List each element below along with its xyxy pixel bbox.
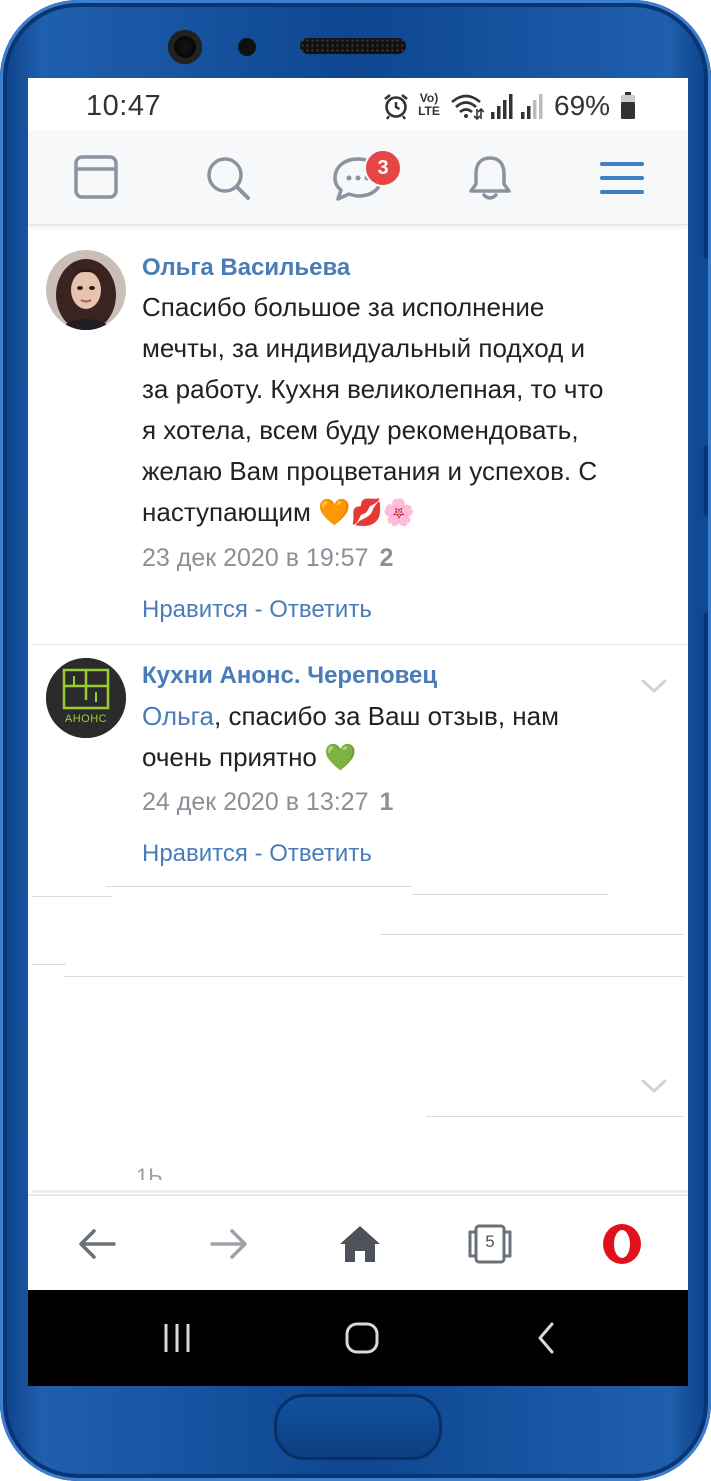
like-link[interactable]: Нравится xyxy=(142,840,248,867)
comment-text: Спасибо большое за исполнение мечты, за … xyxy=(142,287,672,533)
logo-text: АНОНС xyxy=(65,713,107,725)
volte-icon: Vo) LTE xyxy=(414,92,444,118)
comment-author[interactable]: Ольга Васильева xyxy=(142,254,350,282)
like-count: 2 xyxy=(379,544,394,572)
comment-line: очень приятно 💚 xyxy=(142,737,672,778)
divider-line xyxy=(426,1116,684,1117)
divider-line xyxy=(64,976,684,977)
divider-line xyxy=(32,964,66,965)
recents-icon[interactable] xyxy=(160,1318,196,1358)
comment-date[interactable]: 24 дек 2020 в 13:27 xyxy=(142,788,368,816)
green-heart-emoji-icon: 💚 xyxy=(324,742,357,772)
comment-meta: 24 дек 2020 в 13:27 1 xyxy=(142,788,393,817)
like-count: 1 xyxy=(379,788,394,816)
alarm-icon xyxy=(384,93,408,120)
comment-line-text: наступающим xyxy=(142,497,311,527)
kiss-emoji-icon: 💋 xyxy=(350,497,383,527)
comment: АНОНС Кухни Анонс. Череповец Ольга, спас… xyxy=(28,644,688,894)
comment-actions: Нравится - Ответить xyxy=(142,596,372,624)
status-bar: 10:47 Vo) LTE 69% xyxy=(28,78,688,130)
comment: Ольга Васильева Спасибо большое за испол… xyxy=(28,238,688,694)
earpiece-speaker xyxy=(300,38,406,54)
phone-frame: 10:47 Vo) LTE 69% 3 Ольга Васильева Спас… xyxy=(0,0,711,1481)
tab-count: 5 xyxy=(485,1232,495,1251)
comment-date[interactable]: 23 дек 2020 в 19:57 xyxy=(142,544,368,572)
power-button xyxy=(700,515,708,613)
comment-line-text: , спасибо за Ваш отзыв, нам xyxy=(214,701,559,731)
menu-icon[interactable] xyxy=(592,148,652,208)
brand-logo: АНОНС xyxy=(46,658,126,738)
screen: 10:47 Vo) LTE 69% 3 Ольга Васильева Спас… xyxy=(28,78,688,1386)
user-photo xyxy=(46,250,126,330)
browser-bottom-bar: 5 xyxy=(28,1194,688,1292)
android-navigation-bar xyxy=(28,1290,688,1386)
comment-line-text: очень приятно xyxy=(142,742,317,772)
feed-icon[interactable] xyxy=(66,148,126,208)
search-icon[interactable] xyxy=(198,148,258,208)
hardware-home-button[interactable] xyxy=(274,1394,442,1460)
messages-badge: 3 xyxy=(364,149,402,187)
comment-line: Ольга, спасибо за Ваш отзыв, нам xyxy=(142,696,672,737)
avatar[interactable] xyxy=(46,250,126,330)
forward-arrow-icon[interactable] xyxy=(204,1220,252,1268)
heart-emoji-icon: 🧡 xyxy=(318,497,351,527)
comment-line: за работу. Кухня великолепная, то что xyxy=(142,374,604,404)
divider-line xyxy=(32,896,112,897)
reply-link[interactable]: Ответить xyxy=(269,596,372,623)
wifi-icon xyxy=(451,94,484,120)
comment-actions: Нравится - Ответить xyxy=(142,840,372,868)
home-circle-icon[interactable] xyxy=(342,1318,382,1358)
comment-meta: 23 дек 2020 в 19:57 2 xyxy=(142,544,393,573)
avatar[interactable]: АНОНС xyxy=(46,658,126,738)
signal-icon xyxy=(521,94,543,119)
opera-icon[interactable] xyxy=(598,1220,646,1268)
volume-button xyxy=(700,258,708,446)
partial-text: 1Ь xyxy=(136,1164,163,1180)
back-chevron-icon[interactable] xyxy=(528,1318,564,1358)
divider-line xyxy=(380,934,684,935)
divider-line xyxy=(32,1190,688,1193)
comment-text: Ольга, спасибо за Ваш отзыв, нам очень п… xyxy=(142,696,672,778)
sensor-dot xyxy=(238,38,256,56)
tabs-icon[interactable]: 5 xyxy=(466,1220,514,1268)
lte-label: LTE xyxy=(418,104,440,118)
mention-link[interactable]: Ольга xyxy=(142,701,214,731)
back-arrow-icon[interactable] xyxy=(74,1220,122,1268)
notifications-icon[interactable] xyxy=(460,148,520,208)
battery-icon xyxy=(621,92,635,119)
comment-line: наступающим 🧡💋🌸 xyxy=(142,492,672,533)
action-separator: - xyxy=(247,596,270,623)
home-icon[interactable] xyxy=(336,1220,384,1268)
like-link[interactable]: Нравится xyxy=(142,596,248,623)
comment-author[interactable]: Кухни Анонс. Череповец xyxy=(142,662,437,690)
divider-line xyxy=(412,894,608,895)
blossom-emoji-icon: 🌸 xyxy=(382,497,416,527)
status-time: 10:47 xyxy=(86,90,162,122)
top-navigation: 3 xyxy=(28,130,688,225)
comment-line: желаю Вам процветания и успехов. С xyxy=(142,456,598,486)
front-camera xyxy=(168,30,202,64)
comment-line: мечты, за индивидуальный подход и xyxy=(142,333,586,363)
battery-percent: 69% xyxy=(554,90,611,121)
action-separator: - xyxy=(247,840,270,867)
signal-icon xyxy=(491,94,513,119)
reply-link[interactable]: Ответить xyxy=(269,840,372,867)
chevron-down-icon[interactable] xyxy=(640,1078,668,1096)
divider-line xyxy=(106,886,412,887)
comment-line: я хотела, всем буду рекомендовать, xyxy=(142,415,579,445)
comment-line: Спасибо большое за исполнение xyxy=(142,292,545,322)
